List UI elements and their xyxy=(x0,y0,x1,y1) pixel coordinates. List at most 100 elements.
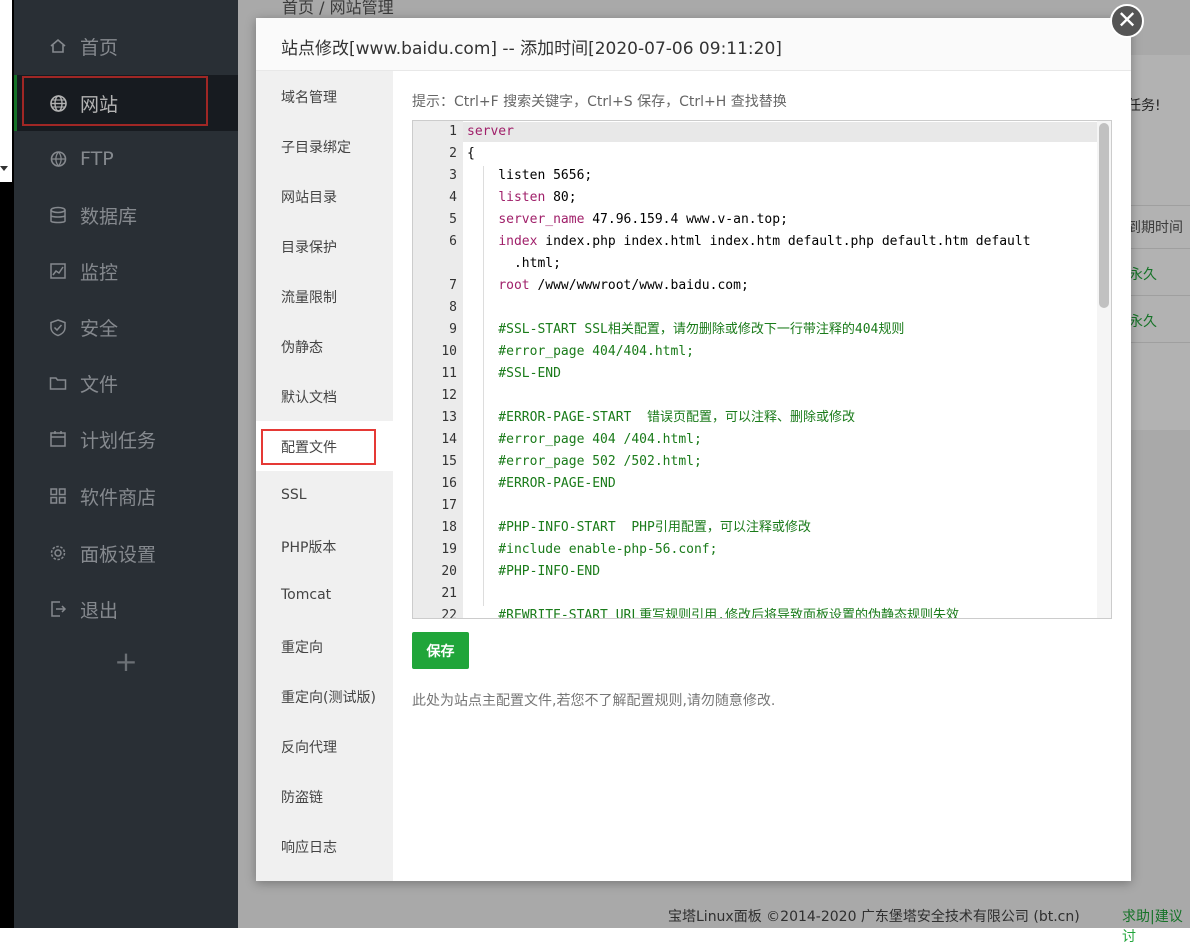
editor-scrollbar[interactable] xyxy=(1097,121,1111,618)
line-number: 8 xyxy=(449,300,457,315)
code-line: { xyxy=(467,144,475,164)
modal-tab[interactable]: 防盗链 xyxy=(256,771,393,821)
line-number: 13 xyxy=(441,410,457,425)
code-token: #error_page 404 /404.html; xyxy=(467,432,702,447)
modal-tab-label: 子目录绑定 xyxy=(281,140,351,156)
code-token: #error_page 502 /502.html; xyxy=(467,454,702,469)
close-icon[interactable]: ✕ xyxy=(1110,4,1144,38)
modal-tab-label: 流量限制 xyxy=(281,290,337,306)
modal-tab-label: PHP版本 xyxy=(281,540,337,556)
code-token: #ERROR-PAGE-END xyxy=(467,476,616,491)
line-number: 20 xyxy=(441,564,457,579)
save-button[interactable]: 保存 xyxy=(412,632,469,669)
code-token: #PHP-INFO-END xyxy=(467,564,601,579)
modal-tab[interactable]: Tomcat xyxy=(256,571,393,621)
line-number: 17 xyxy=(441,498,457,513)
modal-tab[interactable]: 目录保护 xyxy=(256,221,393,271)
modal-tab[interactable]: 伪静态 xyxy=(256,321,393,371)
line-number: 22 xyxy=(441,608,457,619)
code-token: index.php index.html index.htm default.p… xyxy=(537,234,1031,249)
site-edit-modal: 站点修改[www.baidu.com] -- 添加时间[2020-07-06 0… xyxy=(256,18,1131,881)
code-token: #SSL-END xyxy=(467,366,561,381)
code-line: #PHP-INFO-START PHP引用配置，可以注释或修改 xyxy=(467,518,811,538)
modal-tab-label: 重定向(测试版) xyxy=(281,690,376,706)
active-line-highlight xyxy=(463,122,1097,142)
indent-guide xyxy=(483,166,484,606)
line-number: 16 xyxy=(441,476,457,491)
code-token: index xyxy=(498,234,538,249)
editor-tip: 提示：Ctrl+F 搜索关键字，Ctrl+S 保存，Ctrl+H 查找替换 xyxy=(412,94,787,110)
modal-tab-label: 重定向 xyxy=(281,640,323,656)
code-line: server xyxy=(467,122,514,142)
modal-tab[interactable]: 默认文档 xyxy=(256,371,393,421)
editor-scrollbar-thumb[interactable] xyxy=(1099,123,1109,308)
code-token: #include enable-php-56.conf; xyxy=(467,542,718,557)
code-token: server xyxy=(467,124,514,139)
modal-tab[interactable]: 重定向(测试版) xyxy=(256,671,393,721)
code-line: root /www/wwwroot/www.baidu.com; xyxy=(467,276,749,296)
modal-title: 站点修改[www.baidu.com] -- 添加时间[2020-07-06 0… xyxy=(281,39,782,59)
modal-tab[interactable]: 配置文件 xyxy=(256,421,393,471)
editor-gutter: 1 2 3 4 5 6 7 8 9 10 11 12 13 14 15 16 17 18 19 20 21 22 xyxy=(413,121,463,618)
code-line: #SSL-END xyxy=(467,364,561,384)
modal-tab-label: 默认文档 xyxy=(281,390,337,406)
line-number: 4 xyxy=(449,190,457,205)
modal-tab-list: 域名管理子目录绑定网站目录 目录保护流量限制伪静态默认文档配置文件 SSL PHP版本… xyxy=(256,71,393,881)
line-number: 14 xyxy=(441,432,457,447)
line-number: 18 xyxy=(441,520,457,535)
modal-tab[interactable]: 域名管理 xyxy=(256,71,393,121)
modal-tab[interactable]: 网站目录 xyxy=(256,171,393,221)
line-number: 1 xyxy=(449,124,457,139)
modal-tab[interactable]: 重定向 xyxy=(256,621,393,671)
code-line: #PHP-INFO-END xyxy=(467,562,600,582)
config-code-editor[interactable]: 1 2 3 4 5 6 7 8 9 10 11 12 13 14 15 16 17 18 19 20 21 22 serv… xyxy=(412,120,1112,619)
code-token: server_name xyxy=(498,212,585,227)
code-line: .html; xyxy=(467,254,561,274)
line-number: 7 xyxy=(449,278,457,293)
line-number: 9 xyxy=(449,322,457,337)
modal-tab[interactable]: 子目录绑定 xyxy=(256,121,393,171)
code-line: #ERROR-PAGE-START 错误页配置，可以注释、删除或修改 xyxy=(467,408,855,428)
line-number: 12 xyxy=(441,388,457,403)
line-number: 2 xyxy=(449,146,457,161)
code-line: #SSL-START SSL相关配置，请勿删除或修改下一行带注释的404规则 xyxy=(467,320,904,340)
code-token: .html; xyxy=(467,256,561,271)
code-token: #ERROR-PAGE-START 错误页配置，可以注释、删除或修改 xyxy=(467,410,856,425)
code-line: #error_page 502 /502.html; xyxy=(467,452,702,472)
code-token: /www/wwwroot/www.baidu.com; xyxy=(529,278,749,293)
code-token: #error_page 404/404.html; xyxy=(467,344,694,359)
line-number: 3 xyxy=(449,168,457,183)
code-token: #SSL-START SSL相关配置，请勿删除或修改下一行带注释的404规则 xyxy=(467,322,905,337)
code-line: listen 5656; xyxy=(467,166,592,186)
line-number: 19 xyxy=(441,542,457,557)
line-number: 10 xyxy=(441,344,457,359)
modal-tab-label: SSL xyxy=(281,487,307,503)
code-token: listen xyxy=(498,190,546,205)
modal-tab[interactable]: SSL xyxy=(256,471,393,521)
modal-tab-label: Tomcat xyxy=(281,587,332,603)
modal-tab[interactable]: 响应日志 xyxy=(256,821,393,871)
code-line: index index.php index.html index.htm def… xyxy=(467,232,1031,252)
modal-tab-label: 反向代理 xyxy=(281,740,337,756)
left-edge-strip xyxy=(0,0,14,928)
line-number: 6 xyxy=(449,234,457,249)
left-edge-white xyxy=(0,0,12,182)
code-line: #error_page 404/404.html; xyxy=(467,342,694,362)
code-line: #include enable-php-56.conf; xyxy=(467,540,717,560)
code-token: 80; xyxy=(545,190,577,205)
modal-tab[interactable]: PHP版本 xyxy=(256,521,393,571)
line-number: 15 xyxy=(441,454,457,469)
dropdown-arrow-icon xyxy=(0,166,8,171)
code-line: #ERROR-PAGE-END xyxy=(467,474,616,494)
line-number: 21 xyxy=(441,586,457,601)
modal-tab[interactable]: 反向代理 xyxy=(256,721,393,771)
modal-tab-label: 响应日志 xyxy=(281,840,337,856)
code-line: server_name 47.96.159.4 www.v-an.top; xyxy=(467,210,788,230)
modal-content: 提示：Ctrl+F 搜索关键字，Ctrl+S 保存，Ctrl+H 查找替换 12… xyxy=(393,71,1131,881)
code-token: #PHP-INFO-START PHP引用配置，可以注释或修改 xyxy=(467,520,811,535)
editor-code-area[interactable]: server { listen 5656; listen 80; server_n… xyxy=(463,121,1097,618)
modal-tab-label: 域名管理 xyxy=(281,90,337,106)
config-note: 此处为站点主配置文件,若您不了解配置规则,请勿随意修改. xyxy=(412,693,776,709)
modal-tab[interactable]: 流量限制 xyxy=(256,271,393,321)
annotation-highlight-box xyxy=(261,429,376,465)
